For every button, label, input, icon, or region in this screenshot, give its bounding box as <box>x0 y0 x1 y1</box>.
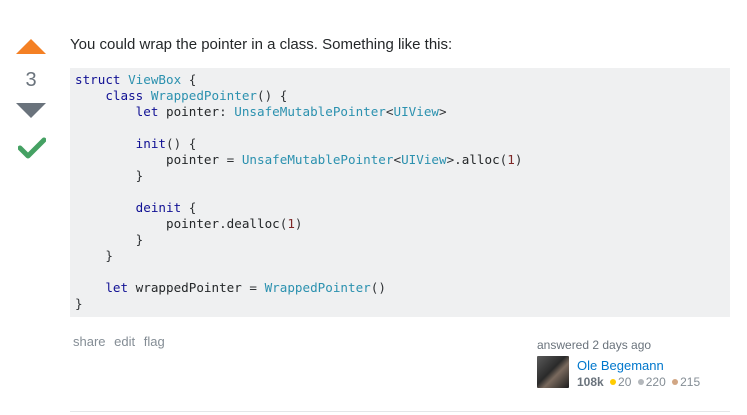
gold-badge-icon <box>610 378 617 385</box>
code-block: struct ViewBox { class WrappedPointer() … <box>70 68 730 317</box>
reputation-score: 108k <box>577 375 604 389</box>
silver-badge-icon <box>637 378 644 385</box>
code-line: class WrappedPointer() { <box>75 88 288 103</box>
bronze-badge-icon <box>672 378 679 385</box>
user-details: Ole Begemann 108k 20 220 215 <box>577 358 700 390</box>
post-menu: share edit flag <box>73 334 170 349</box>
code-line: let wrappedPointer = WrappedPointer() <box>75 280 386 295</box>
user-info-card: answered 2 days ago Ole Begemann 108k 20… <box>537 338 717 389</box>
silver-badge: 220 <box>637 375 666 389</box>
code-line: let pointer: UnsafeMutablePointer<UIView… <box>75 104 447 119</box>
flag-link[interactable]: flag <box>144 334 165 349</box>
code-line: } <box>75 296 83 311</box>
code-line: struct ViewBox { <box>75 72 197 87</box>
code-line: init() { <box>75 136 197 151</box>
code-line: } <box>75 248 113 263</box>
gold-badge: 20 <box>610 375 631 389</box>
vote-count: 3 <box>25 69 37 91</box>
divider <box>70 411 730 412</box>
code-line: } <box>75 232 144 247</box>
accepted-checkmark-icon <box>18 137 46 159</box>
code-line: } <box>75 168 144 183</box>
avatar[interactable] <box>537 356 569 388</box>
gold-badge-count: 20 <box>618 375 632 389</box>
bronze-badge-count: 215 <box>680 375 701 389</box>
user-name-link[interactable]: Ole Begemann <box>577 358 700 374</box>
upvote-arrow-icon[interactable] <box>16 39 46 54</box>
code-line: pointer = UnsafeMutablePointer<UIView>.a… <box>75 152 523 167</box>
code-line: pointer.dealloc(1) <box>75 216 303 231</box>
answer-text: You could wrap the pointer in a class. S… <box>70 36 453 53</box>
bronze-badge: 215 <box>672 375 700 389</box>
answered-time: answered 2 days ago <box>537 338 652 352</box>
edit-link[interactable]: edit <box>114 334 135 349</box>
code-line: deinit { <box>75 200 197 215</box>
downvote-arrow-icon[interactable] <box>16 103 46 118</box>
share-link[interactable]: share <box>73 334 106 349</box>
silver-badge-count: 220 <box>645 375 666 389</box>
